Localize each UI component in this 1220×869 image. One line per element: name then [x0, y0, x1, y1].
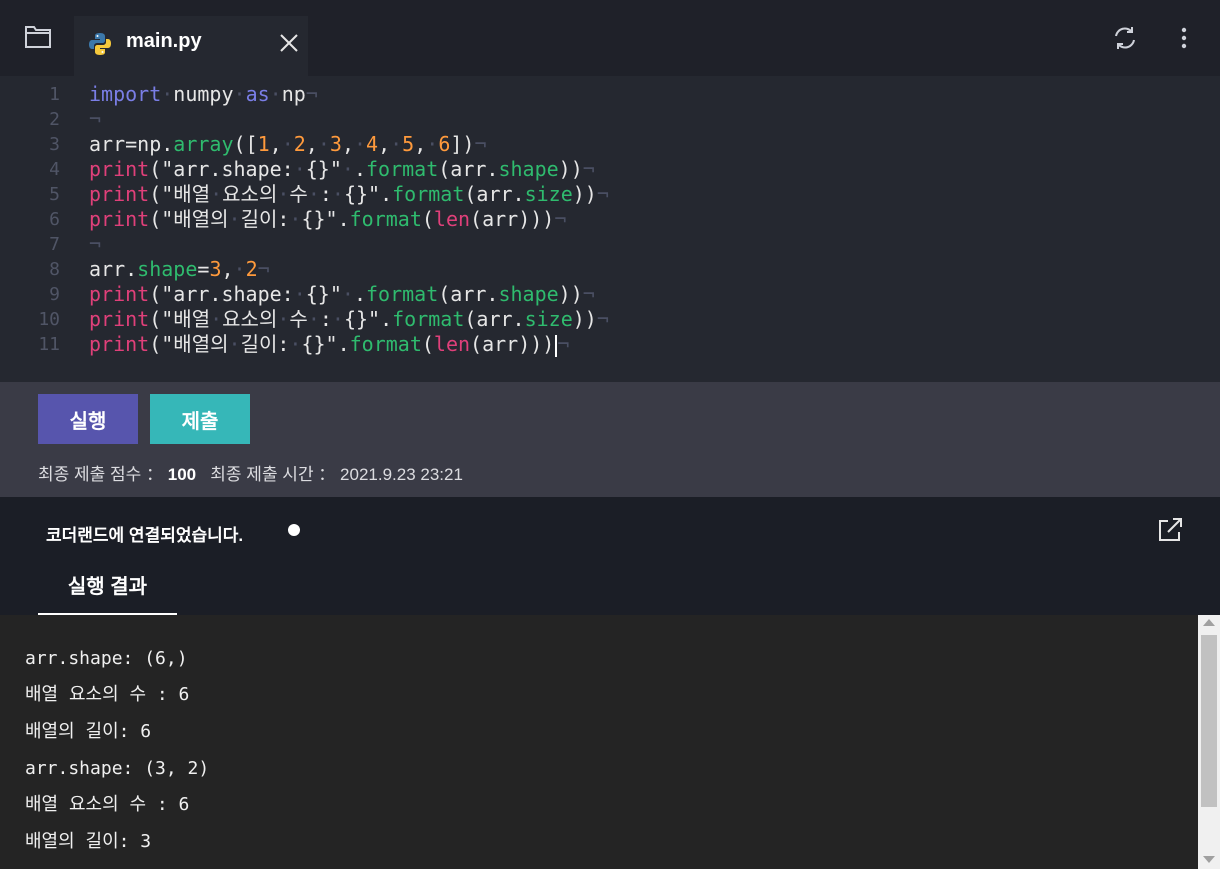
- line-number: 8: [49, 259, 60, 280]
- code-line: 7 ¬: [0, 232, 1220, 257]
- line-number: 3: [49, 134, 60, 155]
- output-line: arr.shape: (6,): [25, 648, 188, 669]
- output-line: 배열 요소의 수 : 6: [25, 684, 190, 705]
- scrollbar-thumb[interactable]: [1201, 635, 1217, 807]
- run-button[interactable]: 실행: [38, 394, 138, 444]
- folder-icon[interactable]: [24, 22, 52, 50]
- scroll-up-arrow-icon[interactable]: [1203, 619, 1215, 626]
- editor-tab-main[interactable]: main.py: [74, 16, 308, 76]
- code-text: ¬: [89, 232, 102, 256]
- output-console: arr.shape: (6,) 배열 요소의 수 : 6 배열의 길이: 6 a…: [0, 615, 1198, 869]
- code-line: 6 print("배열의·길이:·{}".format(len(arr)))¬: [0, 207, 1220, 232]
- submission-info: 최종 제출 점수 ： 100 최종 제출 시간 ： 2021.9.23 23:2…: [38, 460, 463, 485]
- connection-status-text: 코더랜드에 연결되었습니다.: [46, 526, 244, 545]
- code-text: print("배열·요소의·수·:·{}".format(arr.size))¬: [89, 182, 609, 206]
- code-text: print("arr.shape:·{}"·.format(arr.shape)…: [89, 157, 595, 181]
- code-text: import·numpy·as·np¬: [89, 82, 318, 106]
- line-number: 9: [49, 284, 60, 305]
- output-line: arr.shape: (3, 2): [25, 758, 210, 779]
- submit-button[interactable]: 제출: [150, 394, 250, 444]
- line-number: 4: [49, 159, 60, 180]
- time-value: 2021.9.23 23:21: [340, 465, 463, 484]
- line-number: 6: [49, 209, 60, 230]
- close-icon[interactable]: [278, 32, 300, 54]
- code-line: 11 print("배열의·길이:·{}".format(len(arr))) ¬: [0, 332, 1220, 357]
- output-line: 배열의 길이: 6: [25, 721, 152, 742]
- connection-status-dot: [288, 524, 300, 536]
- line-number: 1: [49, 84, 60, 105]
- score-label: 최종 제출 점수 ：: [38, 465, 164, 484]
- connection-bar: 코더랜드에 연결되었습니다.: [0, 497, 1220, 565]
- code-text: ¬: [89, 107, 102, 131]
- code-editor[interactable]: 1 import·numpy·as·np¬ 2 ¬ 3 arr=np.array…: [0, 76, 1220, 382]
- code-line: 9 print("arr.shape:·{}"·.format(arr.shap…: [0, 282, 1220, 307]
- code-text: print("배열의·길이:·{}".format(len(arr)))¬: [89, 332, 570, 357]
- tab-run-results[interactable]: 실행 결과: [38, 565, 177, 615]
- output-line: 배열의 길이: 3: [25, 831, 152, 852]
- top-bar: main.py: [0, 0, 1220, 76]
- line-number: 2: [49, 109, 60, 130]
- output-scrollbar[interactable]: [1198, 615, 1220, 869]
- code-line: 2 ¬: [0, 107, 1220, 132]
- more-icon[interactable]: [1174, 25, 1194, 51]
- code-line: 8 arr.shape=3,·2¬: [0, 257, 1220, 282]
- scroll-down-arrow-icon[interactable]: [1203, 856, 1215, 863]
- result-tabs: [0, 565, 1220, 615]
- external-link-icon[interactable]: [1156, 516, 1184, 544]
- score-value: 100: [167, 465, 197, 484]
- code-line: 5 print("배열·요소의·수·:·{}".format(arr.size)…: [0, 182, 1220, 207]
- code-text: print("배열의·길이:·{}".format(len(arr)))¬: [89, 207, 567, 231]
- refresh-icon[interactable]: [1112, 25, 1138, 51]
- tab-filename: main.py: [126, 30, 202, 52]
- code-line: 1 import·numpy·as·np¬: [0, 82, 1220, 107]
- output-line: 배열 요소의 수 : 6: [25, 794, 190, 815]
- line-number: 7: [49, 234, 60, 255]
- python-icon: [89, 33, 111, 55]
- time-label: 최종 제출 시간 ：: [210, 465, 336, 484]
- line-number: 11: [38, 334, 60, 355]
- code-text: print("arr.shape:·{}"·.format(arr.shape)…: [89, 282, 595, 306]
- code-text: arr.shape=3,·2¬: [89, 257, 270, 281]
- code-text: arr=np.array([1,·2,·3,·4,·5,·6])¬: [89, 132, 487, 156]
- code-text: print("배열·요소의·수·:·{}".format(arr.size))¬: [89, 307, 609, 331]
- code-line: 4 print("arr.shape:·{}"·.format(arr.shap…: [0, 157, 1220, 182]
- control-panel: 실행 제출 최종 제출 점수 ： 100 최종 제출 시간 ： 2021.9.2…: [0, 382, 1220, 497]
- tab-run-results-label: 실행 결과: [67, 576, 148, 598]
- code-line: 10 print("배열·요소의·수·:·{}".format(arr.size…: [0, 307, 1220, 332]
- line-number: 5: [49, 184, 60, 205]
- code-line: 3 arr=np.array([1,·2,·3,·4,·5,·6])¬: [0, 132, 1220, 157]
- line-number: 10: [38, 309, 60, 330]
